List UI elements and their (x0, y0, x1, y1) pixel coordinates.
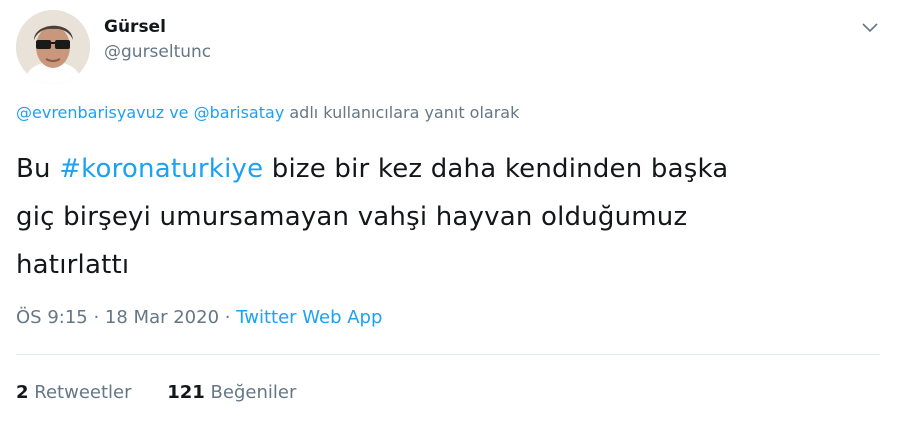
tweet-line-1-rest: bize bir kez daha kendinden başka (263, 154, 729, 184)
chevron-down-icon (862, 23, 878, 33)
retweets-stat[interactable]: 2 Retweetler (16, 379, 132, 407)
likes-label: Beğeniler (210, 382, 297, 403)
likes-stat[interactable]: 121 Beğeniler (167, 379, 296, 407)
meta-separator: · (87, 307, 105, 328)
divider (16, 354, 880, 355)
tweet-source-link[interactable]: Twitter Web App (236, 307, 382, 328)
tweet-line-1: Bu #koronaturkiye bize bir kez daha kend… (16, 145, 866, 193)
reply-connector: ve (164, 103, 194, 122)
retweets-label: Retweetler (34, 382, 132, 403)
meta-separator: · (219, 307, 237, 328)
tweet-time[interactable]: ÖS 9:15 (16, 307, 88, 328)
hashtag-link[interactable]: #koronaturkiye (59, 154, 263, 184)
reply-context: @evrenbarisyavuz ve @barisatay adlı kull… (16, 101, 519, 125)
tweet-date[interactable]: 18 Mar 2020 (105, 307, 219, 328)
avatar-photo (16, 10, 90, 84)
tweet-menu-button[interactable] (860, 18, 880, 38)
tweet-line-2: giç birşeyi umursamayan vahşi hayvan old… (16, 202, 688, 232)
tweet-meta: ÖS 9:15 · 18 Mar 2020 · Twitter Web App (16, 303, 382, 333)
tweet-text: Bu #koronaturkiye bize bir kez daha kend… (16, 145, 866, 289)
tweet-prefix: Bu (16, 154, 60, 184)
author-handle[interactable]: @gurseltunc (104, 40, 211, 64)
likes-count: 121 (167, 382, 205, 403)
reply-suffix: adlı kullanıcılara yanıt olarak (284, 103, 520, 122)
mention-link-2[interactable]: @barisatay (194, 103, 285, 122)
author-block[interactable]: Gürsel @gurseltunc (104, 16, 211, 64)
author-display-name[interactable]: Gürsel (104, 16, 211, 38)
mention-link-1[interactable]: @evrenbarisyavuz (16, 103, 164, 122)
tweet-line-3: hatırlattı (16, 250, 130, 280)
retweets-count: 2 (16, 382, 29, 403)
tweet-stats: 2 Retweetler 121 Beğeniler (16, 379, 296, 407)
avatar[interactable] (16, 10, 90, 84)
